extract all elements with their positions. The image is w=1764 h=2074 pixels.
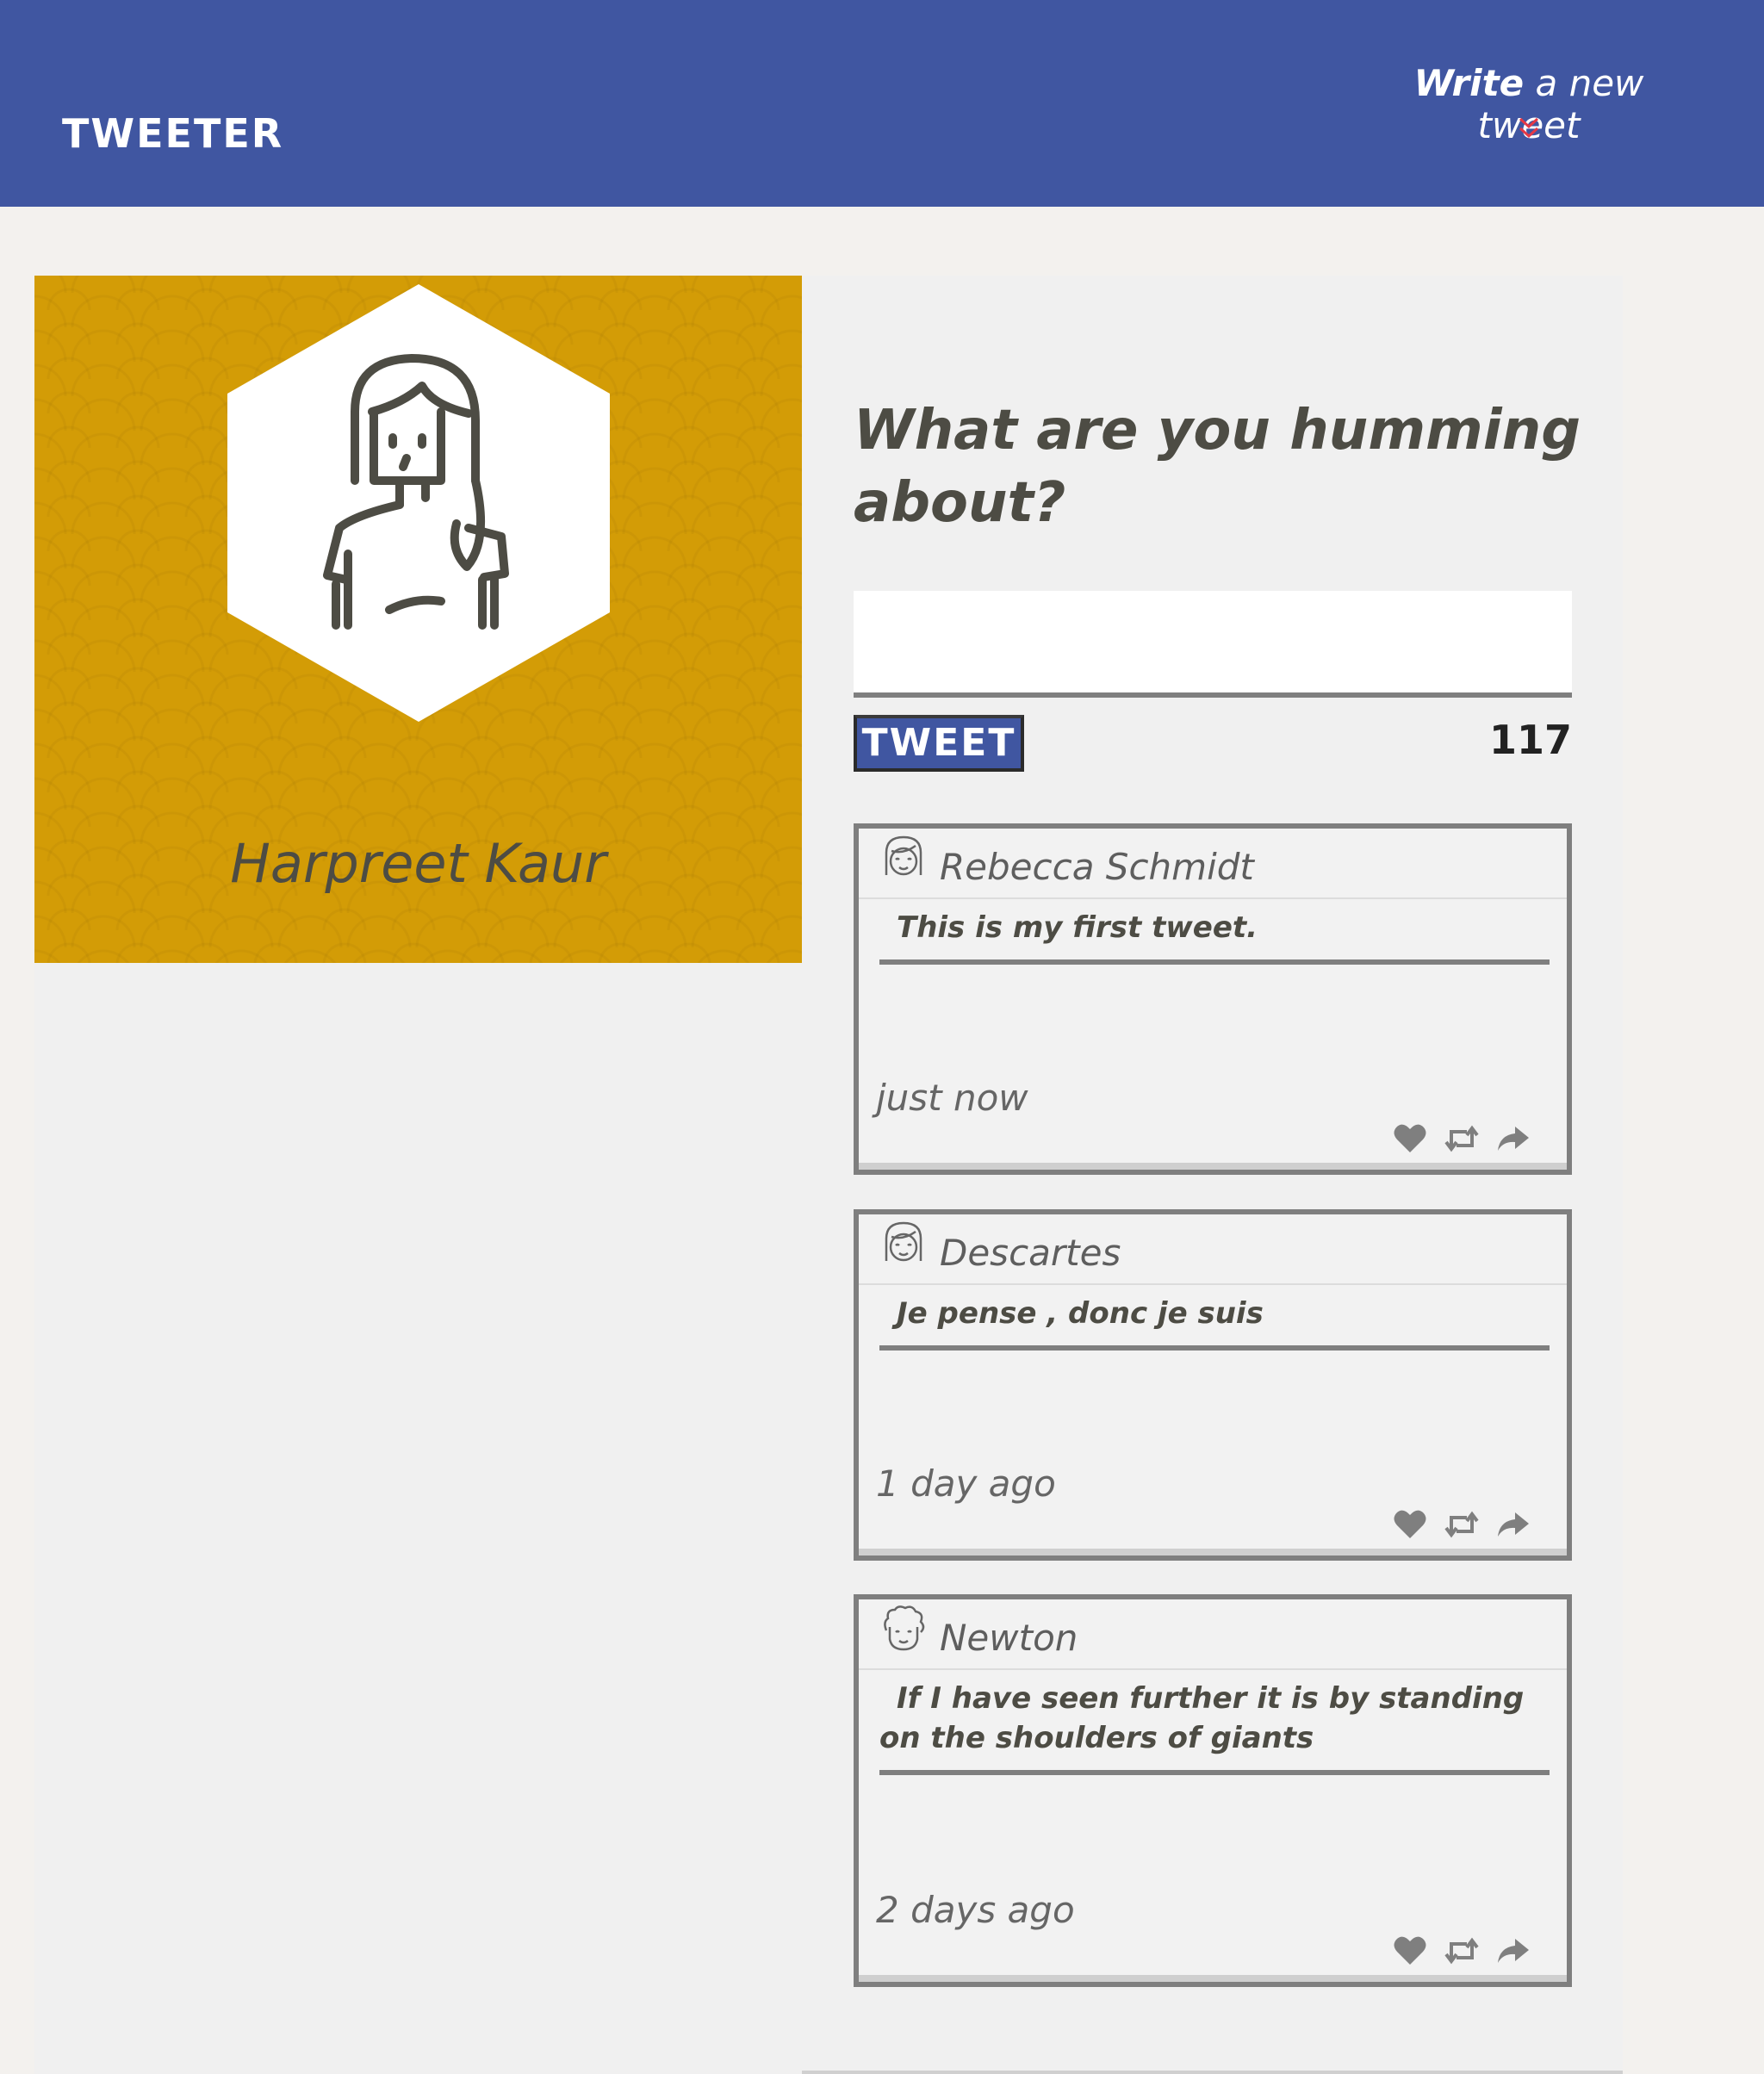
tweet-author-name[interactable]: Rebecca Schmidt <box>940 846 1254 888</box>
tweet-card: Rebecca Schmidt This is my first tweet. … <box>854 823 1572 1175</box>
profile-name: Harpreet Kaur <box>230 832 606 895</box>
retweet-icon[interactable] <box>1444 1509 1479 1540</box>
tweet-actions <box>1393 1935 1556 1970</box>
retweet-icon[interactable] <box>1444 1935 1479 1966</box>
tweet-text: If I have seen further it is by standing… <box>879 1679 1550 1775</box>
tweet-submit-button[interactable]: TWEET <box>854 715 1024 772</box>
retweet-icon[interactable] <box>1444 1123 1479 1154</box>
girl-avatar-icon <box>885 835 922 876</box>
tweet-author-name[interactable]: Descartes <box>940 1232 1121 1274</box>
tweet-timestamp: just now <box>876 1077 1028 1119</box>
write-label-bold: Write <box>1413 62 1525 104</box>
tweet-timestamp: 1 day ago <box>876 1462 1056 1505</box>
curly-hair-avatar-icon <box>884 1605 925 1651</box>
tweet-actions <box>1393 1123 1556 1158</box>
tweet-header: Rebecca Schmidt <box>859 829 1567 899</box>
character-counter: 117 <box>1488 717 1572 763</box>
app-logo[interactable]: TWEETER <box>62 110 283 157</box>
share-icon[interactable] <box>1496 1509 1531 1540</box>
tweet-textarea[interactable] <box>854 591 1572 698</box>
divider <box>802 2071 1623 2074</box>
tweet-text: This is my first tweet. <box>879 908 1550 965</box>
share-icon[interactable] <box>1496 1935 1531 1966</box>
girl-avatar-icon <box>885 1221 922 1262</box>
tweet-card: Newton If I have seen further it is by s… <box>854 1594 1572 1987</box>
top-navigation-bar: TWEETER Write a new tweet <box>0 0 1764 207</box>
woman-avatar-icon <box>323 354 509 630</box>
tweet-footer: 2 days ago <box>859 1889 1567 1982</box>
tweet-header: Descartes <box>859 1214 1567 1285</box>
tweet-header: Newton <box>859 1599 1567 1670</box>
share-icon[interactable] <box>1496 1123 1531 1154</box>
heart-icon[interactable] <box>1393 1123 1427 1154</box>
tweet-author-name[interactable]: Newton <box>940 1617 1078 1659</box>
tweet-actions <box>1393 1509 1556 1543</box>
tweet-card: Descartes Je pense , donc je suis 1 day … <box>854 1209 1572 1561</box>
double-chevron-down-icon[interactable] <box>1518 115 1540 141</box>
heart-icon[interactable] <box>1393 1509 1427 1540</box>
tweet-footer: 1 day ago <box>859 1462 1567 1556</box>
tweet-text: Je pense , donc je suis <box>879 1294 1550 1351</box>
heart-icon[interactable] <box>1393 1935 1427 1966</box>
tweet-footer: just now <box>859 1077 1567 1170</box>
tweet-timestamp: 2 days ago <box>876 1889 1075 1931</box>
compose-prompt-heading: What are you humming about? <box>854 399 1581 535</box>
